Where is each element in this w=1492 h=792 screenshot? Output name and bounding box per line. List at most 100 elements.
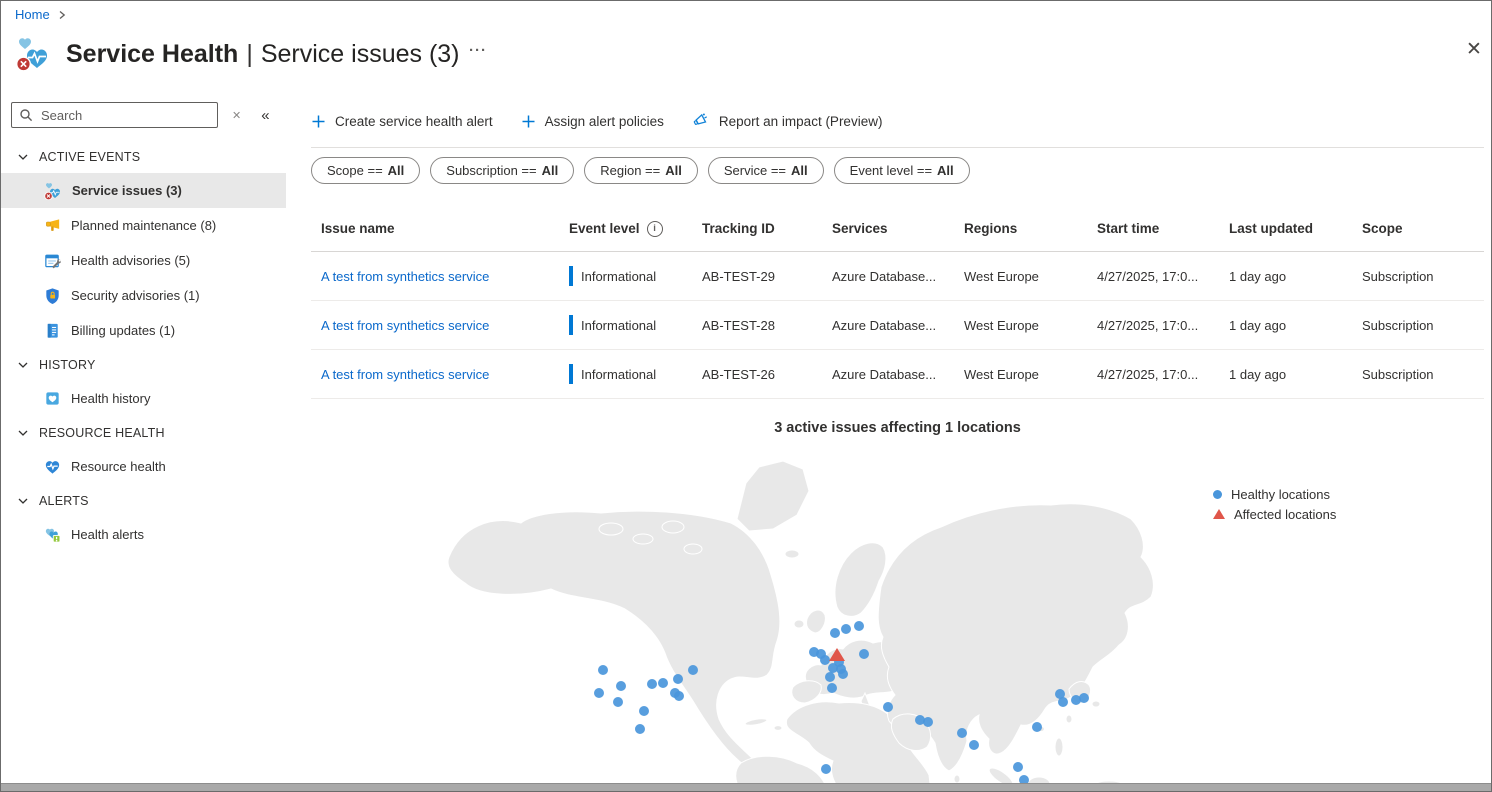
info-icon[interactable]: i <box>646 220 663 237</box>
healthy-location-marker <box>616 681 626 691</box>
sidebar-item-label: Service issues (3) <box>72 183 182 198</box>
breadcrumb-home-link[interactable]: Home <box>15 7 50 22</box>
search-icon <box>19 108 33 122</box>
column-scope[interactable]: Scope <box>1352 221 1484 236</box>
section-alerts[interactable]: ALERTS <box>1 484 286 517</box>
report-impact-megaphone-icon <box>692 112 710 130</box>
sidebar-item-service-issues[interactable]: Service issues (3) <box>1 173 286 208</box>
regions-cell: West Europe <box>964 317 1039 333</box>
healthy-location-marker <box>883 702 893 712</box>
event-level-cell: Informational <box>559 266 692 286</box>
sidebar-item-planned-maintenance[interactable]: Planned maintenance (8) <box>1 208 286 243</box>
calendar-wrench-icon <box>43 251 62 270</box>
column-event-level[interactable]: Event level i <box>559 220 692 237</box>
chevron-down-icon <box>17 495 29 507</box>
healthy-location-marker <box>827 683 837 693</box>
sidebar-item-label: Health alerts <box>71 527 144 542</box>
chevron-right-icon <box>57 10 67 20</box>
healthy-location-marker <box>1013 762 1023 772</box>
sidebar-item-label: Billing updates (1) <box>71 323 176 338</box>
sidebar-item-health-alerts[interactable]: Health alerts <box>1 517 286 552</box>
section-resource-health[interactable]: RESOURCE HEALTH <box>1 416 286 449</box>
tracking-id-cell: AB-TEST-29 <box>702 268 775 284</box>
toolbar-divider <box>311 147 1484 148</box>
healthy-location-marker <box>613 697 623 707</box>
column-last-updated[interactable]: Last updated <box>1219 221 1352 236</box>
legend-healthy: Healthy locations <box>1213 484 1336 504</box>
service-issues-icon <box>43 181 63 201</box>
healthy-location-marker <box>647 679 657 689</box>
filter-region[interactable]: Region == All <box>584 157 698 184</box>
start-time-cell: 4/27/2025, 17:0... <box>1097 366 1199 382</box>
plus-icon <box>311 114 326 129</box>
health-history-icon <box>43 389 62 408</box>
start-time-cell: 4/27/2025, 17:0... <box>1097 317 1199 333</box>
section-history[interactable]: HISTORY <box>1 348 286 381</box>
last-updated-cell: 1 day ago <box>1229 268 1287 284</box>
sidebar-item-resource-health[interactable]: Resource health <box>1 449 286 484</box>
healthy-location-marker <box>635 724 645 734</box>
collapse-sidebar-icon[interactable]: « <box>261 107 269 124</box>
table-row: A test from synthetics service Informati… <box>311 350 1484 399</box>
healthy-location-marker <box>923 717 933 727</box>
horizontal-scrollbar[interactable] <box>1 783 1491 791</box>
map-title: 3 active issues affecting 1 locations <box>774 420 1021 436</box>
healthy-location-marker <box>854 621 864 631</box>
healthy-location-marker <box>1032 722 1042 732</box>
healthy-location-marker <box>957 728 967 738</box>
healthy-location-marker <box>673 674 683 684</box>
create-service-health-alert-button[interactable]: Create service health alert <box>311 114 493 129</box>
more-options-button[interactable]: ··· <box>469 42 487 59</box>
column-regions[interactable]: Regions <box>954 221 1087 236</box>
search-input[interactable] <box>39 106 210 124</box>
close-icon[interactable]: ✕ <box>1466 38 1482 61</box>
start-time-cell: 4/27/2025, 17:0... <box>1097 268 1199 284</box>
megaphone-icon <box>43 216 62 235</box>
shield-lock-icon <box>43 286 62 305</box>
section-label: ALERTS <box>39 493 89 508</box>
issue-link[interactable]: A test from synthetics service <box>321 367 489 382</box>
toolbar-button-label: Assign alert policies <box>544 113 664 129</box>
filter-service[interactable]: Service == All <box>707 157 824 184</box>
healthy-location-marker <box>598 665 608 675</box>
last-updated-cell: 1 day ago <box>1229 317 1287 333</box>
report-an-impact-button[interactable]: Report an impact (Preview) <box>692 112 882 130</box>
informational-bar <box>569 364 573 384</box>
issue-link[interactable]: A test from synthetics service <box>321 318 489 333</box>
issues-table: Issue name Event level i Tracking ID Serv… <box>311 206 1484 399</box>
column-start-time[interactable]: Start time <box>1087 221 1219 236</box>
table-row: A test from synthetics service Informati… <box>311 301 1484 350</box>
last-updated-cell: 1 day ago <box>1229 366 1287 382</box>
section-active-events[interactable]: ACTIVE EVENTS <box>1 140 286 173</box>
filter-subscription[interactable]: Subscription == All <box>430 157 575 184</box>
healthy-location-marker <box>825 672 835 682</box>
tracking-id-cell: AB-TEST-26 <box>702 366 775 382</box>
healthy-location-marker <box>639 706 649 716</box>
sidebar-item-label: Health advisories (5) <box>71 253 191 268</box>
health-alerts-icon <box>43 525 62 544</box>
section-label: RESOURCE HEALTH <box>39 425 165 440</box>
filter-event-level[interactable]: Event level == All <box>833 157 970 184</box>
column-issue-name[interactable]: Issue name <box>311 221 559 236</box>
issue-link[interactable]: A test from synthetics service <box>321 269 489 284</box>
search-dismiss-icon[interactable]: ✕ <box>232 109 241 122</box>
sidebar-item-security-advisories[interactable]: Security advisories (1) <box>1 278 286 313</box>
column-services[interactable]: Services <box>822 221 954 236</box>
sidebar-item-health-history[interactable]: Health history <box>1 381 286 416</box>
sidebar-item-billing-updates[interactable]: Billing updates (1) <box>1 313 286 348</box>
filter-bar: Scope == All Subscription == All Region ==… <box>311 157 970 184</box>
table-row: A test from synthetics service Informati… <box>311 252 1484 301</box>
filter-scope[interactable]: Scope == All <box>311 157 421 184</box>
services-cell: Azure Database... <box>832 268 937 284</box>
assign-alert-policies-button[interactable]: Assign alert policies <box>521 114 664 129</box>
healthy-location-marker <box>841 624 851 634</box>
healthy-location-marker <box>821 764 831 774</box>
command-bar: Create service health alert Assign alert… <box>311 112 882 130</box>
sidebar-item-label: Resource health <box>71 459 166 474</box>
healthy-location-marker <box>1079 693 1089 703</box>
legend-affected: Affected locations <box>1213 504 1336 524</box>
event-level-cell: Informational <box>559 364 692 384</box>
services-cell: Azure Database... <box>832 366 937 382</box>
sidebar-item-health-advisories[interactable]: Health advisories (5) <box>1 243 286 278</box>
column-tracking-id[interactable]: Tracking ID <box>692 221 822 236</box>
